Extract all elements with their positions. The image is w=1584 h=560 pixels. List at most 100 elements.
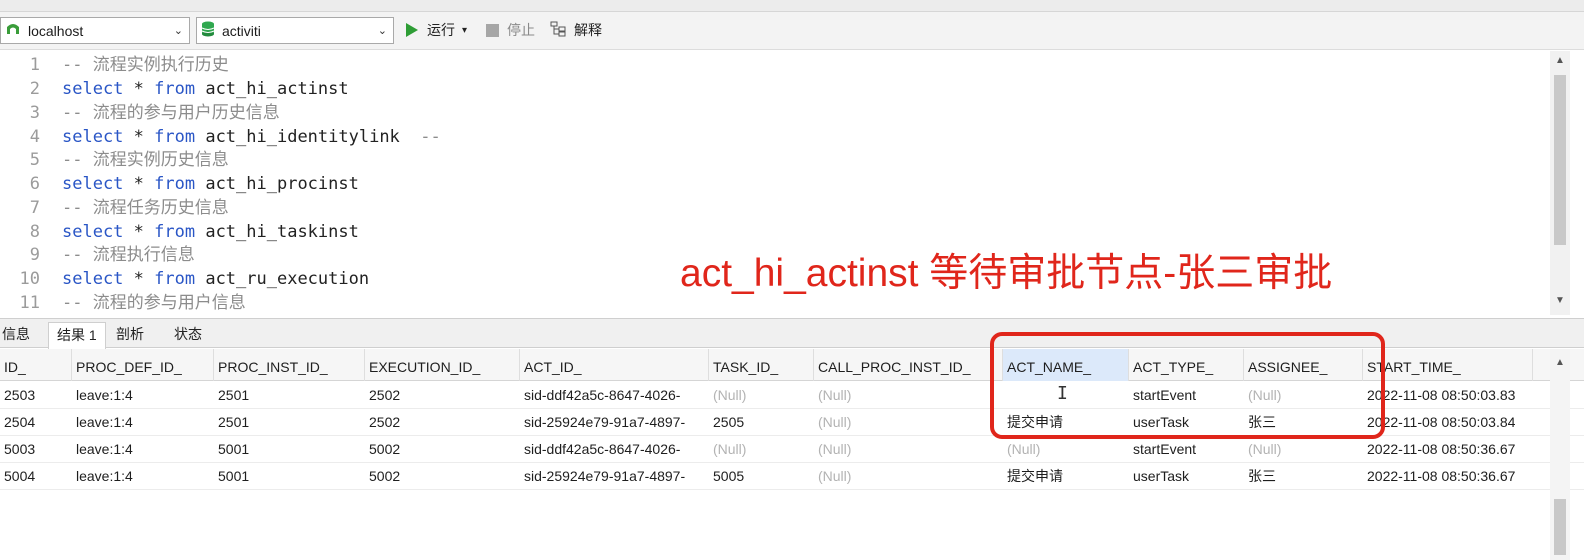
table-cell[interactable]: leave:1:4 — [72, 463, 214, 490]
table-cell[interactable]: sid-ddf42a5c-8647-4026- — [520, 382, 709, 409]
table-cell[interactable]: 5003 — [0, 436, 72, 463]
table-cell[interactable]: sid-25924e79-91a7-4897- — [520, 463, 709, 490]
table-cell[interactable]: (Null) — [814, 409, 1003, 436]
scrollbar-thumb[interactable] — [1554, 499, 1566, 555]
table-cell[interactable]: (Null) — [1244, 436, 1363, 463]
table-cell[interactable]: 2505 — [709, 409, 814, 436]
chevron-down-icon[interactable]: ⌄ — [174, 24, 183, 37]
sql-text: * — [123, 222, 155, 242]
code-line: 8 select * from act_hi_taskinst — [0, 220, 359, 244]
table-cell[interactable]: (Null) — [814, 463, 1003, 490]
table-cell[interactable]: userTask — [1129, 463, 1244, 490]
editor-scrollbar[interactable]: ▲ ▼ — [1550, 51, 1570, 315]
chevron-down-icon[interactable]: ⌄ — [378, 24, 387, 37]
tab-status[interactable]: 状态 — [166, 322, 210, 348]
table-cell[interactable]: 2504 — [0, 409, 72, 436]
table-cell[interactable]: 2022-11-08 08:50:36.67 — [1363, 463, 1533, 490]
table-cell[interactable]: 5002 — [365, 463, 520, 490]
code-line: 5 -- 流程实例历史信息 — [0, 148, 229, 172]
text-cursor-icon: I — [1057, 383, 1068, 404]
table-row[interactable]: 5003 leave:1:4 5001 5002 sid-ddf42a5c-86… — [0, 436, 1584, 463]
column-header[interactable]: PROC_DEF_ID_ — [72, 349, 214, 381]
code-line: 3 -- 流程的参与用户历史信息 — [0, 101, 280, 125]
table-cell[interactable]: 2501 — [214, 382, 365, 409]
sql-text: act_ru_execution — [195, 269, 370, 289]
table-cell[interactable]: leave:1:4 — [72, 436, 214, 463]
column-header[interactable]: CALL_PROC_INST_ID_ — [814, 349, 1003, 381]
table-cell[interactable]: 2022-11-08 08:50:03.83 — [1363, 382, 1533, 409]
table-cell[interactable]: (Null) — [709, 436, 814, 463]
line-number: 6 — [29, 174, 40, 194]
grid-scrollbar[interactable]: ▲ — [1550, 349, 1570, 560]
column-header[interactable]: ID_ — [0, 349, 72, 381]
sql-text: * — [123, 127, 155, 147]
table-cell[interactable]: sid-25924e79-91a7-4897- — [520, 409, 709, 436]
run-label: 运行 — [427, 22, 455, 38]
connection-select[interactable]: localhost ⌄ — [0, 17, 190, 44]
line-number: 10 — [19, 269, 40, 289]
table-cell[interactable]: 5005 — [709, 463, 814, 490]
table-cell[interactable]: leave:1:4 — [72, 382, 214, 409]
column-header[interactable]: TASK_ID_ — [709, 349, 814, 381]
table-cell[interactable]: startEvent — [1129, 436, 1244, 463]
sql-comment: -- — [420, 127, 441, 147]
run-button[interactable]: 运行 ▾ — [406, 20, 467, 40]
sql-keyword: from — [154, 222, 196, 242]
table-cell[interactable]: 2022-11-08 08:50:03.84 — [1363, 409, 1533, 436]
line-number: 4 — [29, 127, 40, 147]
sql-keyword: select — [62, 174, 124, 194]
table-cell[interactable]: (Null) — [814, 436, 1003, 463]
scroll-up-icon[interactable]: ▲ — [1550, 55, 1570, 66]
table-cell[interactable]: 5004 — [0, 463, 72, 490]
line-number: 3 — [29, 103, 40, 123]
run-dropdown-icon[interactable]: ▾ — [462, 25, 467, 36]
sql-text: * — [123, 174, 155, 194]
scrollbar-thumb[interactable] — [1554, 75, 1566, 245]
code-line: 11 -- 流程的参与用户信息 — [0, 291, 246, 315]
sql-comment: -- 流程的参与用户信息 — [62, 293, 246, 313]
column-header[interactable]: START_TIME_ — [1363, 349, 1533, 381]
column-header[interactable]: PROC_INST_ID_ — [214, 349, 365, 381]
table-cell[interactable]: (Null) — [1003, 436, 1129, 463]
sql-comment: -- 流程执行信息 — [62, 245, 195, 265]
table-cell[interactable]: (Null) — [709, 382, 814, 409]
sql-text: act_hi_actinst — [195, 79, 349, 99]
scroll-down-icon[interactable]: ▼ — [1550, 295, 1570, 306]
code-line: 1 -- 流程实例执行历史 — [0, 53, 229, 77]
table-cell[interactable]: 5001 — [214, 463, 365, 490]
sql-text: act_hi_identitylink — [195, 127, 421, 147]
table-cell[interactable]: 5002 — [365, 436, 520, 463]
line-number: 1 — [29, 55, 40, 75]
table-cell[interactable]: 2502 — [365, 382, 520, 409]
tab-profile[interactable]: 剖析 — [108, 322, 152, 348]
connection-icon — [5, 21, 21, 40]
sql-text: act_hi_procinst — [195, 174, 359, 194]
table-cell[interactable]: 2502 — [365, 409, 520, 436]
column-header[interactable]: ACT_ID_ — [520, 349, 709, 381]
tab-result-1[interactable]: 结果 1 — [48, 322, 106, 349]
table-cell[interactable]: 提交申请 — [1003, 463, 1129, 490]
tab-info[interactable]: 信息 — [0, 322, 38, 348]
table-cell[interactable]: leave:1:4 — [72, 409, 214, 436]
table-cell[interactable]: 2022-11-08 08:50:36.67 — [1363, 436, 1533, 463]
sql-keyword: from — [154, 127, 196, 147]
scroll-up-icon[interactable]: ▲ — [1550, 357, 1570, 368]
table-row[interactable]: 5004 leave:1:4 5001 5002 sid-25924e79-91… — [0, 463, 1584, 490]
table-cell[interactable]: 2501 — [214, 409, 365, 436]
sql-text: * — [123, 79, 155, 99]
stop-button[interactable]: 停止 — [486, 20, 535, 40]
explain-button[interactable]: 解释 — [550, 20, 602, 40]
sql-comment: -- 流程实例执行历史 — [62, 55, 229, 75]
database-select[interactable]: activiti ⌄ — [196, 17, 394, 44]
column-header[interactable]: EXECUTION_ID_ — [365, 349, 520, 381]
line-number: 7 — [29, 198, 40, 218]
table-cell[interactable]: 张三 — [1244, 463, 1363, 490]
code-line: 9 -- 流程执行信息 — [0, 243, 195, 267]
table-cell[interactable]: sid-ddf42a5c-8647-4026- — [520, 436, 709, 463]
table-cell[interactable]: 5001 — [214, 436, 365, 463]
table-cell[interactable]: 2503 — [0, 382, 72, 409]
table-cell[interactable]: (Null) — [814, 382, 1003, 409]
line-number: 8 — [29, 222, 40, 242]
red-annotation-text: act_hi_actinst 等待审批节点-张三审批 — [680, 252, 1333, 295]
sql-comment: -- 流程任务历史信息 — [62, 198, 229, 218]
